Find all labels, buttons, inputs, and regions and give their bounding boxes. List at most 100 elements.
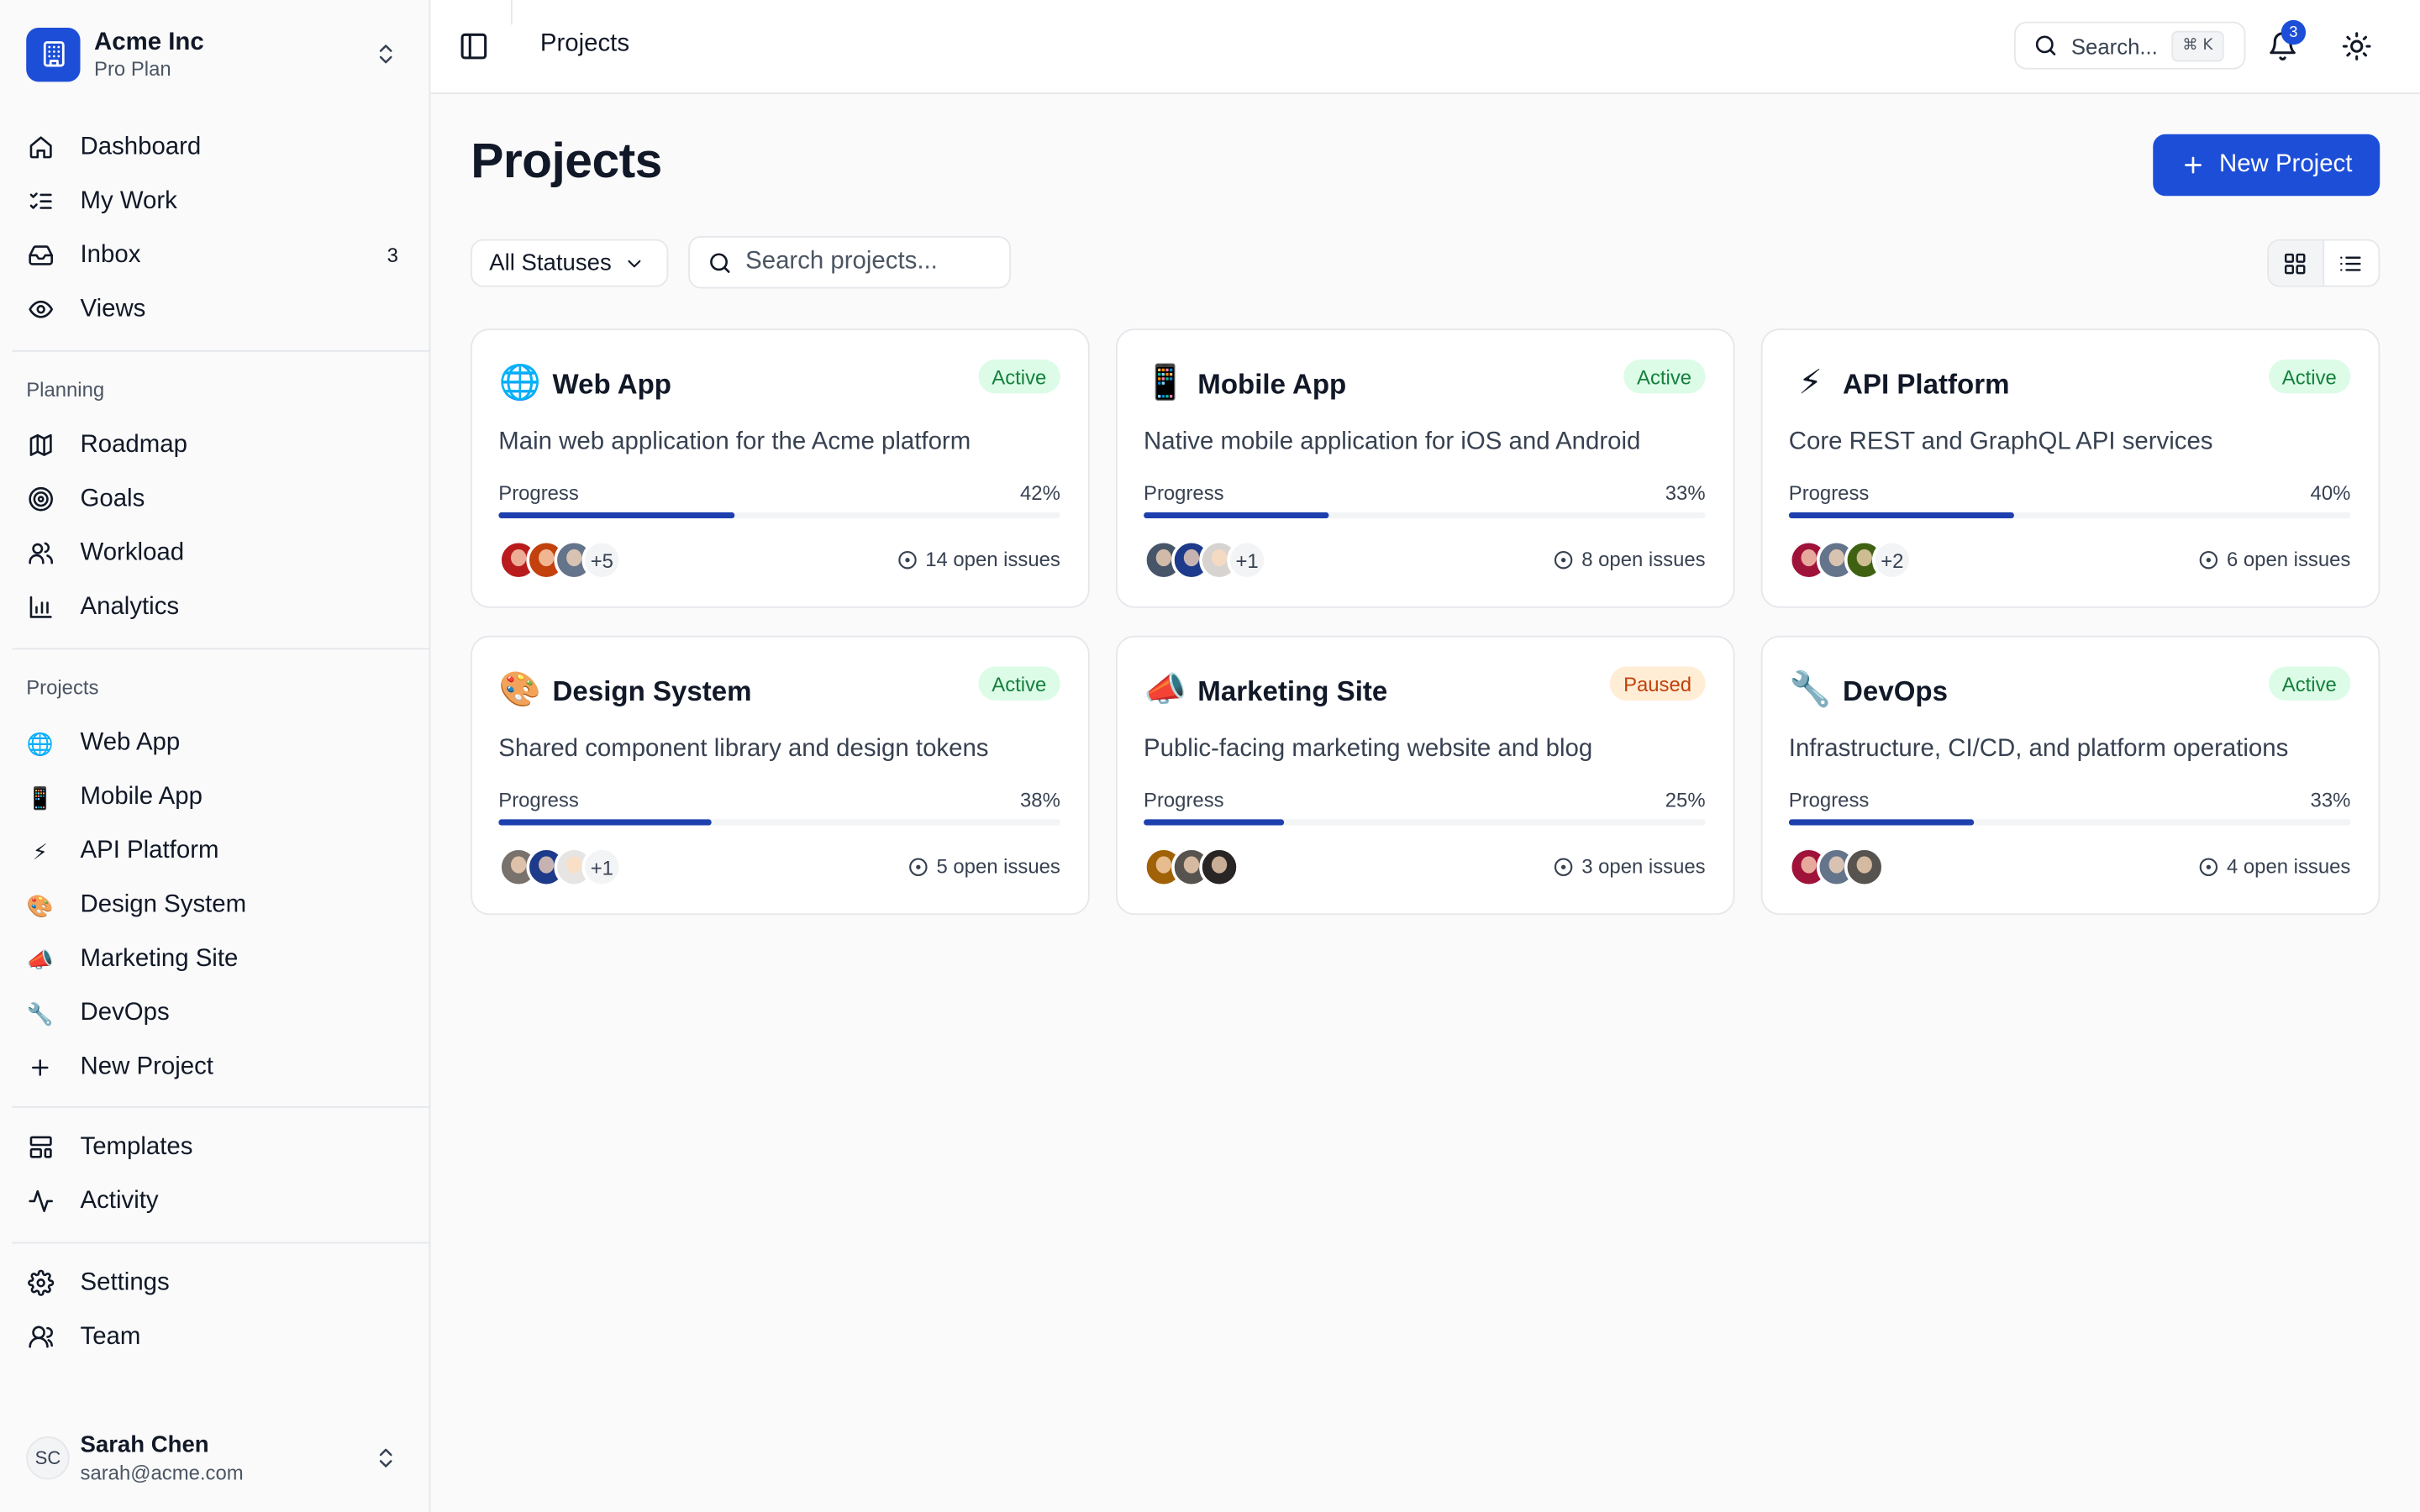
palette-icon: 🎨 bbox=[498, 669, 542, 709]
open-issues: 14 open issues bbox=[896, 548, 1060, 571]
project-card[interactable]: 🎨 Design System Active Shared component … bbox=[471, 635, 1090, 916]
project-card[interactable]: 🌐 Web App Active Main web application fo… bbox=[471, 328, 1090, 608]
open-issues: 8 open issues bbox=[1552, 548, 1706, 571]
nav-item-goals[interactable]: Goals bbox=[13, 472, 417, 526]
sidebar-project-design-system[interactable]: 🎨 Design System bbox=[13, 878, 417, 932]
progress-bar bbox=[1144, 512, 1706, 519]
inbox-icon bbox=[26, 241, 54, 269]
member-avatars: +1 bbox=[498, 847, 623, 888]
nav-label: Dashboard bbox=[80, 133, 202, 160]
nav-label: New Project bbox=[80, 1053, 213, 1079]
notification-badge: 3 bbox=[2281, 19, 2307, 45]
project-card[interactable]: 🔧 DevOps Active Infrastructure, CI/CD, a… bbox=[1760, 635, 2381, 916]
new-project-label: New Project bbox=[2218, 151, 2353, 178]
grid-icon bbox=[2285, 252, 2306, 274]
search-icon bbox=[2035, 35, 2056, 55]
chevrons-up-down-icon bbox=[379, 45, 392, 64]
divider bbox=[12, 1242, 429, 1244]
nav-label: API Platform bbox=[80, 837, 219, 864]
sidebar-project-api-platform[interactable]: ⚡ API Platform bbox=[13, 824, 417, 878]
chevron-down-icon bbox=[628, 259, 641, 267]
section-title-projects: Projects bbox=[26, 675, 99, 700]
open-issues: 5 open issues bbox=[908, 854, 1060, 879]
globe-icon: 🌐 bbox=[498, 362, 542, 402]
planning-nav: Planning Roadmap Goals Workload Analytic… bbox=[13, 378, 417, 634]
progress-fill bbox=[1144, 512, 1329, 519]
globe-icon: 🌐 bbox=[26, 730, 54, 756]
new-project-button[interactable]: New Project bbox=[2153, 134, 2381, 197]
lightning-icon: ⚡ bbox=[32, 838, 48, 864]
divider bbox=[12, 1105, 429, 1108]
nav-label: Marketing Site bbox=[80, 945, 239, 972]
sidebar-new-project[interactable]: New Project bbox=[13, 1040, 417, 1094]
circle-dot-icon bbox=[1554, 857, 1572, 876]
layout-template-icon bbox=[26, 1133, 54, 1161]
list-view-button[interactable] bbox=[2323, 241, 2378, 286]
progress-label: Progress bbox=[498, 788, 579, 812]
project-name: Marketing Site bbox=[1197, 675, 1388, 707]
project-card[interactable]: 📣 Marketing Site Paused Public-facing ma… bbox=[1115, 635, 1735, 916]
open-issues: 3 open issues bbox=[1552, 854, 1706, 879]
project-name: Mobile App bbox=[1197, 368, 1347, 400]
open-issues-label: 3 open issues bbox=[1581, 854, 1706, 879]
user-name: Sarah Chen bbox=[80, 1431, 209, 1457]
user-email: sarah@acme.com bbox=[80, 1460, 244, 1484]
section-title-planning: Planning bbox=[26, 378, 105, 402]
search-icon bbox=[710, 252, 730, 272]
sidebar-project-marketing-site[interactable]: 📣 Marketing Site bbox=[13, 932, 417, 985]
project-search-input[interactable] bbox=[745, 248, 993, 276]
sun-icon[interactable] bbox=[2341, 31, 2372, 62]
progress-label: Progress bbox=[1144, 481, 1224, 505]
member-avatar bbox=[1199, 847, 1239, 888]
eye-icon bbox=[26, 296, 54, 323]
status-badge: Active bbox=[2268, 359, 2351, 394]
status-filter-select[interactable]: All Statuses bbox=[471, 239, 669, 287]
divider bbox=[510, 0, 513, 25]
map-icon bbox=[26, 431, 54, 459]
project-card[interactable]: ⚡ API Platform Active Core REST and Grap… bbox=[1760, 328, 2381, 608]
nav-label: Views bbox=[80, 295, 146, 322]
nav-item-team[interactable]: Team bbox=[13, 1310, 417, 1363]
progress-bar bbox=[1788, 819, 2351, 826]
main-nav: Dashboard My Work Inbox 3 Views bbox=[13, 120, 417, 336]
nav-item-settings[interactable]: Settings bbox=[13, 1256, 417, 1310]
nav-item-roadmap[interactable]: Roadmap bbox=[13, 418, 417, 472]
palette-icon: 🎨 bbox=[26, 892, 54, 917]
top-bar: Projects Search... ⌘ K 3 bbox=[430, 0, 2420, 95]
project-description: Shared component library and design toke… bbox=[498, 736, 989, 763]
nav-item-my-work[interactable]: My Work bbox=[13, 175, 417, 228]
nav-label: Roadmap bbox=[80, 431, 187, 458]
global-search-button[interactable]: Search... ⌘ K bbox=[2013, 21, 2246, 70]
nav-item-views[interactable]: Views bbox=[13, 282, 417, 336]
grid-view-button[interactable] bbox=[2269, 240, 2324, 286]
sidebar-project-web-app[interactable]: 🌐 Web App bbox=[13, 716, 417, 769]
progress-label: Progress bbox=[498, 481, 579, 505]
nav-item-analytics[interactable]: Analytics bbox=[13, 580, 417, 634]
nav-item-dashboard[interactable]: Dashboard bbox=[13, 120, 417, 174]
nav-item-workload[interactable]: Workload bbox=[13, 526, 417, 580]
building-icon bbox=[26, 27, 81, 81]
member-avatars bbox=[1144, 847, 1239, 888]
user-menu[interactable]: SC Sarah Chen sarah@acme.com bbox=[26, 1429, 404, 1488]
project-card[interactable]: 📱 Mobile App Active Native mobile applic… bbox=[1115, 328, 1735, 608]
member-avatars: +1 bbox=[1144, 539, 1267, 580]
nav-label: My Work bbox=[80, 187, 177, 214]
phone-icon: 📱 bbox=[26, 784, 54, 810]
nav-label: Settings bbox=[80, 1268, 170, 1295]
progress-fill bbox=[1788, 512, 2014, 519]
nav-item-inbox[interactable]: Inbox 3 bbox=[13, 228, 417, 282]
sidebar-project-devops[interactable]: 🔧 DevOps bbox=[13, 986, 417, 1040]
view-toggle bbox=[2267, 239, 2381, 287]
status-filter-value: All Statuses bbox=[489, 249, 612, 276]
nav-item-activity[interactable]: Activity bbox=[13, 1174, 417, 1228]
sidebar-toggle-icon[interactable] bbox=[459, 31, 490, 62]
main-content: Projects Search... ⌘ K 3 Projects New Pr… bbox=[430, 0, 2420, 1512]
wrench-icon: 🔧 bbox=[1789, 669, 1832, 709]
bar-chart-icon bbox=[26, 593, 54, 621]
progress-label: Progress bbox=[1144, 788, 1224, 812]
nav-item-templates[interactable]: Templates bbox=[13, 1120, 417, 1173]
sidebar-project-mobile-app[interactable]: 📱 Mobile App bbox=[13, 770, 417, 824]
project-description: Public-facing marketing website and blog bbox=[1144, 736, 1593, 763]
open-issues-label: 5 open issues bbox=[936, 854, 1060, 879]
workspace-switcher[interactable]: Acme Inc Pro Plan bbox=[26, 26, 404, 81]
